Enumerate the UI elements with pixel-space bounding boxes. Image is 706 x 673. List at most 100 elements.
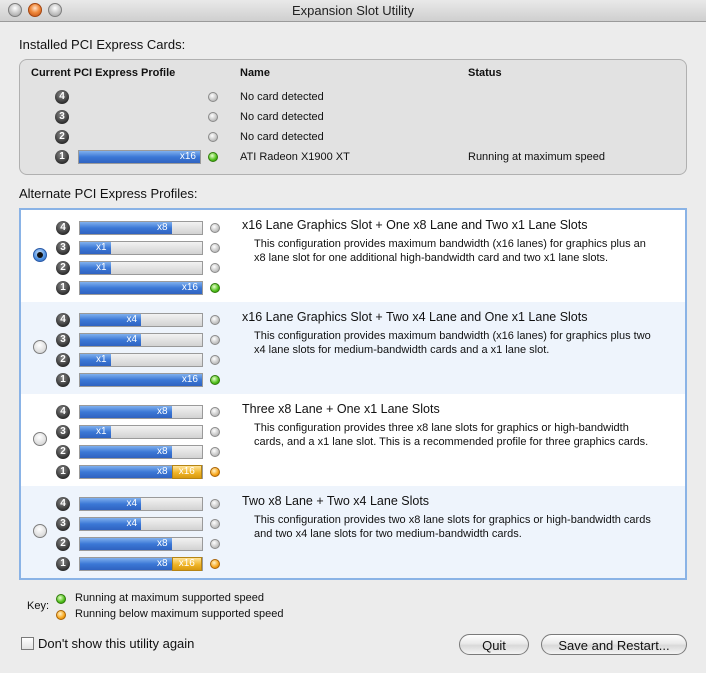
status-led-icon — [208, 132, 218, 142]
lane-bar-fill: x8 — [80, 446, 172, 458]
green-status-icon — [210, 375, 220, 385]
profile-title: Two x8 Lane + Two x4 Lane Slots — [242, 494, 430, 508]
status-led-icon — [208, 92, 218, 102]
status-led-icon — [210, 499, 220, 509]
status-led-icon — [210, 539, 220, 549]
lane-bar: x1 — [79, 261, 203, 275]
card-name: No card detected — [240, 111, 324, 123]
lane-bar-label: x1 — [95, 242, 107, 253]
key-text-amber: Running below maximum supported speed — [75, 608, 284, 620]
status-led-icon — [210, 223, 220, 233]
profile-radio-button[interactable] — [33, 524, 47, 538]
lane-bar: x4 — [79, 333, 203, 347]
lane-bar: x8 x16 — [79, 557, 203, 571]
save-and-restart-button[interactable]: Save and Restart... — [541, 634, 687, 655]
lane-bar-label: x16 — [179, 151, 196, 162]
green-status-icon — [56, 594, 66, 604]
slot-number-badge: 4 — [56, 405, 70, 419]
quit-button[interactable]: Quit — [459, 634, 529, 655]
slot-number-badge: 1 — [56, 281, 70, 295]
slot-number-badge: 2 — [56, 537, 70, 551]
title-bar: Expansion Slot Utility — [0, 0, 706, 22]
lane-bar: x16 — [79, 281, 203, 295]
lane-bar-fill: x1 — [80, 262, 111, 274]
header-status: Status — [468, 67, 502, 79]
profile-radio-button[interactable] — [33, 432, 47, 446]
lane-bar-label: x16 — [181, 282, 198, 293]
unused-lanes-indicator: x16 — [171, 557, 202, 571]
lane-bar: x8 — [79, 221, 203, 235]
status-led-icon — [210, 335, 220, 345]
status-led-icon — [210, 243, 220, 253]
profile-description: This configuration provides maximum band… — [254, 330, 651, 356]
lane-bar-label: x1 — [95, 262, 107, 273]
status-led-icon — [210, 407, 220, 417]
lane-bar-label: x4 — [126, 314, 137, 325]
lane-bar-label: x4 — [126, 334, 137, 345]
card-name: ATI Radeon X1900 XT — [240, 151, 350, 163]
lane-bar: x8 — [79, 445, 203, 459]
lane-bar-fill: x16 — [80, 282, 202, 294]
slot-number-badge: 2 — [56, 261, 70, 275]
lane-bar-fill: x4 — [80, 518, 141, 530]
profile-description: This configuration provides three x8 lan… — [254, 422, 649, 448]
status-led-icon — [210, 447, 220, 457]
profile-radio-button[interactable] — [33, 340, 47, 354]
slot-number-badge: 4 — [55, 90, 69, 104]
status-led-icon — [210, 315, 220, 325]
lane-bar: x1 — [79, 425, 203, 439]
status-led-icon — [210, 427, 220, 437]
card-name: No card detected — [240, 131, 324, 143]
lane-bar-fill: x16 — [80, 374, 202, 386]
status-led-icon — [210, 355, 220, 365]
lane-bar-label: x16 — [181, 374, 198, 385]
lane-bar-fill: x16 — [79, 151, 200, 163]
profile-title: x16 Lane Graphics Slot + Two x4 Lane and… — [242, 310, 588, 324]
profile-description: This configuration provides maximum band… — [254, 238, 646, 264]
lane-bar: x4 — [79, 497, 203, 511]
lane-bar-fill: x8 — [80, 558, 172, 570]
slot-number-badge: 3 — [55, 110, 69, 124]
green-status-icon — [208, 152, 218, 162]
slot-number-badge: 4 — [56, 313, 70, 327]
profile-description: This configuration provides two x8 lane … — [254, 514, 651, 540]
installed-cards-panel: Current PCI Express Profile Name Status … — [19, 59, 687, 175]
lane-bar-label: x1 — [95, 426, 107, 437]
lane-bar: x4 — [79, 313, 203, 327]
lane-bar-fill: x1 — [80, 426, 111, 438]
amber-status-icon — [210, 559, 220, 569]
lane-bar: x16 — [78, 150, 201, 164]
dont-show-again-label[interactable]: Don't show this utility again — [38, 636, 194, 651]
dont-show-again-checkbox[interactable] — [21, 637, 34, 650]
slot-number-badge: 3 — [56, 333, 70, 347]
lane-bar-label: x8 — [156, 446, 168, 457]
installed-row: 4 No card detected — [20, 87, 686, 107]
profile-option[interactable]: 4 x8 3 x1 2 x1 1 x16 x16 Lane Graphics Slot + On… — [21, 210, 685, 302]
lane-bar-label: x4 — [126, 498, 137, 509]
green-status-icon — [210, 283, 220, 293]
lane-bar-fill: x8 — [80, 406, 172, 418]
profile-option[interactable]: 4 x4 3 x4 2 x8 1 x8 x16 Two x8 Lane + Two x4 Lane… — [21, 486, 685, 578]
profile-option[interactable]: 4 x8 3 x1 2 x8 1 x8 x16 Three x8 Lane + One x1 La… — [21, 394, 685, 486]
alternate-profiles-list[interactable]: 4 x8 3 x1 2 x1 1 x16 x16 Lane Graphics Slot + On… — [19, 208, 687, 580]
lane-bar-label: x8 — [156, 538, 168, 549]
card-status: Running at maximum speed — [468, 151, 605, 163]
slot-number-badge: 3 — [56, 517, 70, 531]
lane-bar-fill: x4 — [80, 498, 141, 510]
profile-option[interactable]: 4 x4 3 x4 2 x1 1 x16 x16 Lane Graphics Slot + Tw… — [21, 302, 685, 394]
lane-bar-fill: x8 — [80, 222, 172, 234]
slot-number-badge: 2 — [56, 445, 70, 459]
lane-bar: x1 — [79, 241, 203, 255]
installed-row: 3 No card detected — [20, 107, 686, 127]
window-title: Expansion Slot Utility — [291, 3, 415, 18]
lane-bar: x16 — [79, 373, 203, 387]
lane-bar-label: x4 — [126, 518, 137, 529]
lane-bar-label: x8 — [156, 466, 168, 477]
lane-bar-fill: x4 — [80, 334, 141, 346]
key-label: Key: — [27, 600, 50, 612]
slot-number-badge: 4 — [56, 497, 70, 511]
profile-radio-button[interactable] — [33, 248, 47, 262]
installed-row: 1 x16 ATI Radeon X1900 XT Running at maximu… — [20, 147, 686, 167]
key-text-green: Running at maximum supported speed — [75, 592, 264, 604]
lane-bar-label: x8 — [156, 406, 168, 417]
